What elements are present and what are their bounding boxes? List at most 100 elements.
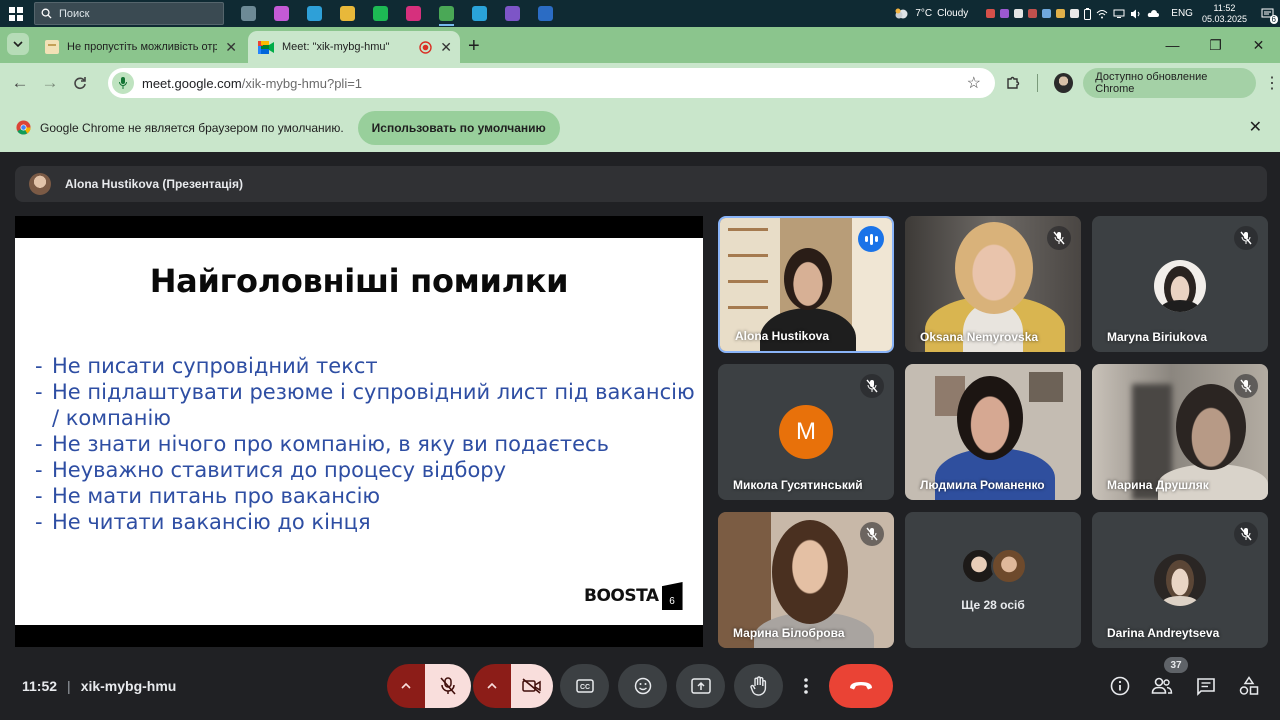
profile-avatar[interactable] bbox=[1053, 73, 1074, 93]
participant-tile[interactable]: M Микола Гусятинський bbox=[718, 364, 894, 500]
more-options-icon[interactable]: ⋮ bbox=[1264, 73, 1280, 93]
network-icon[interactable] bbox=[1113, 9, 1125, 19]
leave-call-button[interactable] bbox=[829, 664, 893, 708]
participant-tile[interactable]: Darina Andreytseva bbox=[1092, 512, 1268, 648]
taskbar-search-box[interactable]: Поиск bbox=[34, 2, 224, 25]
close-tab-icon[interactable]: ✕ bbox=[440, 39, 452, 56]
present-screen-button[interactable] bbox=[676, 664, 725, 708]
tray-app-icon[interactable] bbox=[1028, 9, 1038, 18]
chat-button[interactable] bbox=[1192, 672, 1220, 700]
minimize-icon[interactable]: — bbox=[1151, 27, 1194, 63]
bullet-dash: - bbox=[35, 484, 43, 508]
bullet-dash: - bbox=[35, 354, 43, 378]
taskbar-app-button[interactable] bbox=[232, 0, 265, 27]
mic-off-icon bbox=[860, 374, 884, 398]
tab-google-meet[interactable]: Meet: "xik-mybg-hmu" ✕ bbox=[248, 31, 460, 63]
chrome-update-button[interactable]: Доступно обновление Chrome bbox=[1083, 68, 1256, 98]
people-button[interactable] bbox=[1148, 672, 1176, 700]
meeting-details-button[interactable] bbox=[1106, 672, 1134, 700]
new-tab-plus-icon[interactable]: + bbox=[468, 35, 480, 58]
taskbar-app-button[interactable] bbox=[463, 0, 496, 27]
weather-widget[interactable]: 7°C Cloudy bbox=[894, 8, 968, 19]
tray-app-icon[interactable] bbox=[986, 9, 996, 18]
taskbar-app-button[interactable] bbox=[430, 0, 463, 27]
extensions-puzzle-icon[interactable] bbox=[1005, 75, 1021, 91]
participant-tile[interactable]: Maryna Biriukova bbox=[1092, 216, 1268, 352]
more-participants-tile[interactable]: Ще 28 осіб bbox=[905, 512, 1081, 648]
participant-name: Alona Hustikova bbox=[735, 329, 830, 343]
taskbar-app-button[interactable] bbox=[397, 0, 430, 27]
taskbar-app-button[interactable] bbox=[364, 0, 397, 27]
tray-icons bbox=[986, 7, 1160, 20]
input-language[interactable]: ENG bbox=[1171, 8, 1193, 19]
volume-icon[interactable] bbox=[1130, 9, 1142, 19]
restore-icon[interactable]: ❐ bbox=[1194, 27, 1237, 63]
people-count-badge: 37 bbox=[1164, 657, 1188, 673]
emoji-smile-icon bbox=[634, 677, 652, 695]
taskbar-apps bbox=[232, 0, 562, 27]
back-arrow-icon[interactable]: ← bbox=[5, 68, 35, 98]
reload-icon[interactable] bbox=[65, 68, 95, 98]
task-view-icon bbox=[241, 6, 256, 21]
default-browser-infobar: Google Chrome не является браузером по у… bbox=[0, 103, 1280, 152]
boosta-logo: BOOSTA 6 bbox=[584, 582, 683, 610]
taskbar-app-button[interactable] bbox=[529, 0, 562, 27]
tray-app-icon[interactable] bbox=[1000, 9, 1010, 18]
participant-avatar bbox=[991, 548, 1027, 584]
participant-name: Марина Білоброва bbox=[733, 626, 845, 640]
speaking-indicator-icon bbox=[858, 226, 884, 252]
tray-app-icon[interactable] bbox=[1070, 9, 1080, 18]
taskbar-clock[interactable]: 11:52 05.03.2025 bbox=[1202, 3, 1247, 25]
video-options-chevron-up-icon[interactable] bbox=[473, 664, 511, 708]
taskbar-app-button[interactable] bbox=[298, 0, 331, 27]
windows-start-icon[interactable] bbox=[0, 0, 32, 27]
participant-name: Марина Друшляк bbox=[1107, 478, 1209, 492]
slide-bullet: - Не знати нічого про компанію, в яку ви … bbox=[35, 431, 703, 457]
system-tray: 7°C Cloudy ENG 11:52 05.03.2025 6 bbox=[894, 0, 1280, 27]
activities-button[interactable] bbox=[1235, 672, 1263, 700]
participant-tile[interactable]: Людмила Романенко bbox=[905, 364, 1081, 500]
mic-off-icon bbox=[440, 677, 456, 695]
set-default-browser-button[interactable]: Использовать по умолчанию bbox=[357, 110, 560, 145]
participant-tile[interactable]: Марина Друшляк bbox=[1092, 364, 1268, 500]
mic-off-icon bbox=[1234, 226, 1258, 250]
participant-tile[interactable]: Марина Білоброва bbox=[718, 512, 894, 648]
chrome-toolbar: ← → meet.google.com/xik-mybg-hmu?pli=1 ☆… bbox=[0, 63, 1280, 103]
tab-job-page[interactable]: Не пропустіть можливість отр ✕ bbox=[35, 31, 245, 63]
tab-search-button[interactable] bbox=[7, 33, 29, 55]
tray-app-icon[interactable] bbox=[1014, 9, 1024, 18]
reactions-button[interactable] bbox=[618, 664, 667, 708]
battery-icon[interactable] bbox=[1084, 7, 1092, 20]
participant-tile[interactable]: Oksana Nemyrovska bbox=[905, 216, 1081, 352]
forward-arrow-icon[interactable]: → bbox=[35, 68, 65, 98]
address-bar[interactable]: meet.google.com/xik-mybg-hmu?pli=1 ☆ bbox=[108, 68, 995, 98]
tray-app-icon[interactable] bbox=[1056, 9, 1066, 18]
camera-toggle-button[interactable] bbox=[511, 664, 553, 708]
microphone-in-use-icon[interactable] bbox=[112, 72, 134, 94]
taskbar-app-button[interactable] bbox=[331, 0, 364, 27]
bookmark-star-icon[interactable]: ☆ bbox=[967, 73, 981, 93]
meeting-code: xik-mybg-hmu bbox=[80, 678, 177, 694]
onedrive-icon[interactable] bbox=[1147, 9, 1160, 18]
bullet-text: Не писати супровідний текст bbox=[52, 354, 378, 378]
tray-app-icon[interactable] bbox=[1042, 9, 1052, 18]
raise-hand-button[interactable] bbox=[734, 664, 783, 708]
taskbar-app-button[interactable] bbox=[265, 0, 298, 27]
camera-control-group bbox=[473, 664, 553, 708]
captions-button[interactable]: CC bbox=[560, 664, 609, 708]
taskbar-app-button[interactable] bbox=[496, 0, 529, 27]
wifi-icon[interactable] bbox=[1096, 9, 1108, 19]
meeting-time: 11:52 bbox=[22, 678, 58, 694]
slide-title: Найголовніші помилки bbox=[149, 262, 569, 300]
audio-options-chevron-up-icon[interactable] bbox=[387, 664, 425, 708]
close-tab-icon[interactable]: ✕ bbox=[225, 39, 237, 56]
cloud-weather-icon bbox=[894, 8, 910, 19]
bullet-text: Не мати питань про вакансію bbox=[52, 484, 381, 508]
close-window-icon[interactable]: ✕ bbox=[1237, 27, 1280, 63]
notification-center-icon[interactable]: 6 bbox=[1256, 0, 1280, 27]
more-options-button[interactable] bbox=[792, 664, 820, 708]
close-infobar-icon[interactable]: ✕ bbox=[1249, 117, 1262, 137]
participant-tile[interactable]: Alona Hustikova bbox=[718, 216, 894, 353]
mic-off-icon bbox=[1047, 226, 1071, 250]
mic-toggle-button[interactable] bbox=[425, 664, 471, 708]
